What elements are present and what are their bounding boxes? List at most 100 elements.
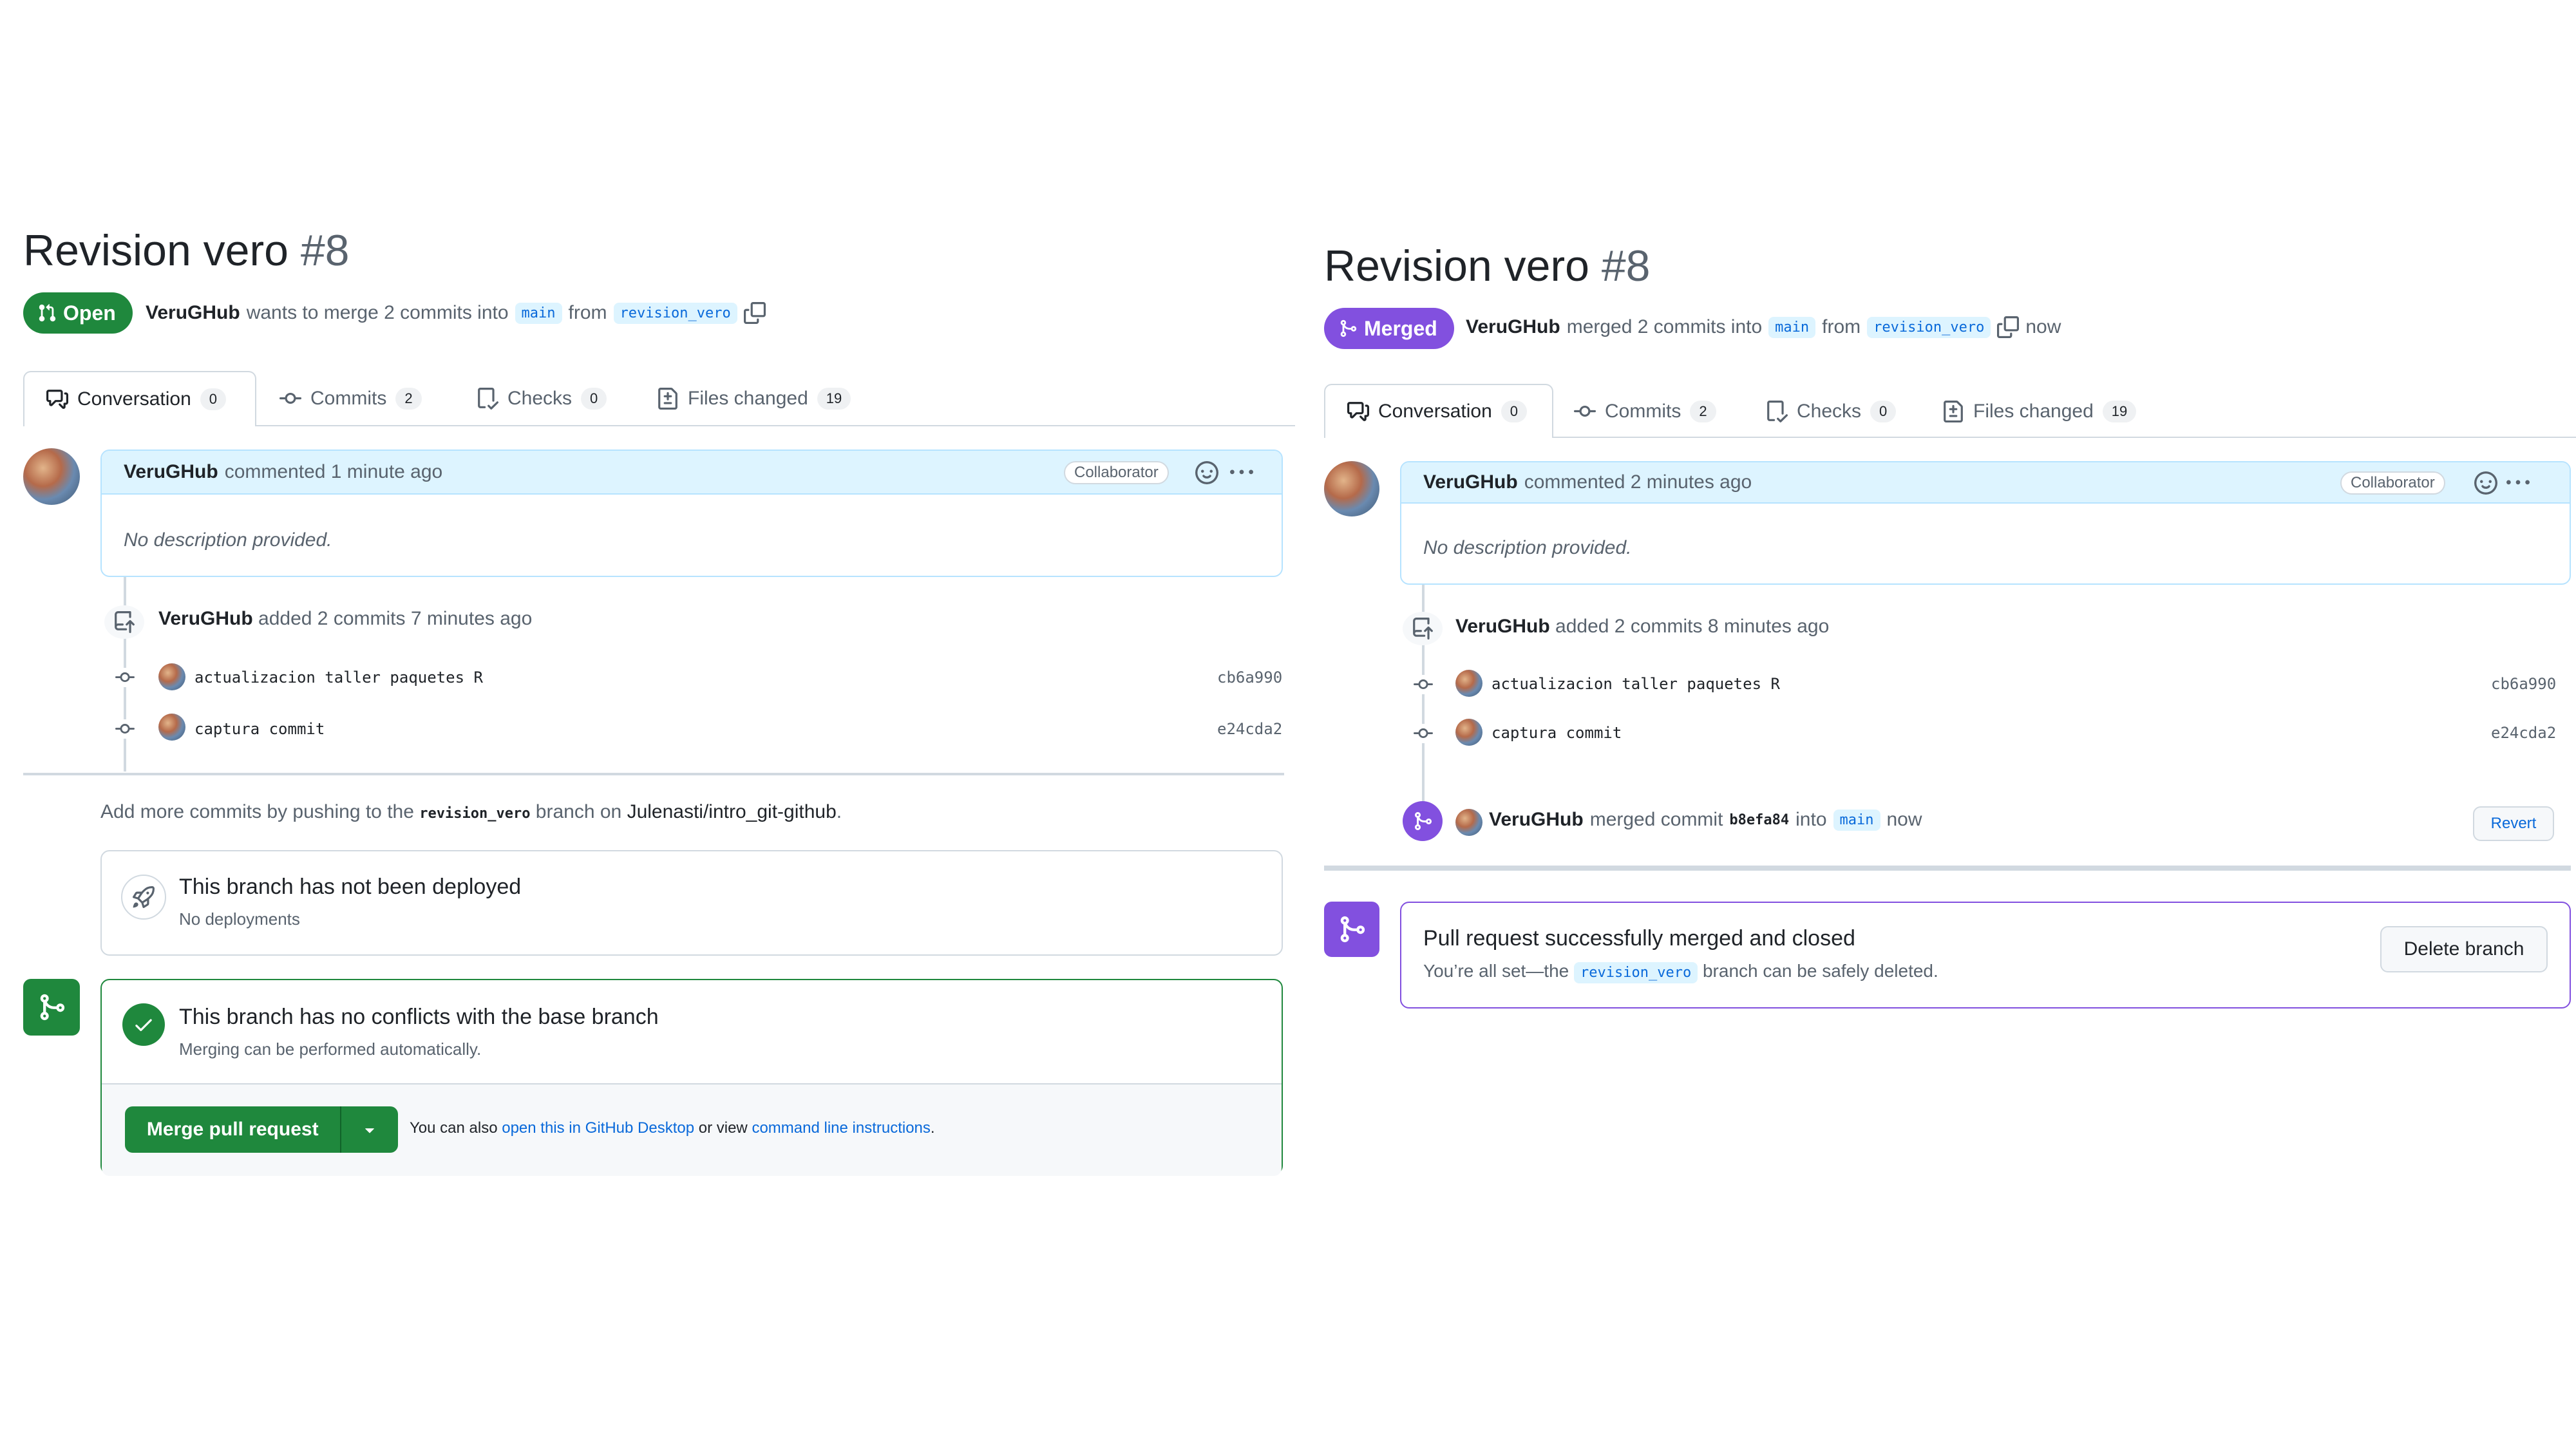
merge-alt-text: You can also open this in GitHub Desktop… [410,1119,935,1137]
meta-text: wants to merge 2 commits into [246,302,509,323]
tab-label: Files changed [688,388,808,409]
comment-body: No description provided. [1423,537,1632,558]
tab-label: Checks [507,388,573,409]
tab-commits[interactable]: Commits 2 [279,385,422,412]
delete-branch-button[interactable]: Delete branch [2380,926,2548,972]
author-link[interactable]: VeruGHub [146,302,240,324]
merged-status-tile [1324,902,1379,957]
commit-sha-link[interactable]: e24cda2 [1217,720,1282,738]
comment-author[interactable]: VeruGHub [1423,471,1518,493]
head-branch[interactable]: revision_vero [1574,962,1698,983]
tab-label: Files changed [1973,401,2094,422]
commit-avatar[interactable] [158,714,185,741]
kebab-horizontal-icon[interactable] [1230,461,1253,484]
repo-push-icon [1413,618,1433,639]
commit-avatar[interactable] [1455,719,1482,746]
meta-time[interactable]: now [2025,316,2061,338]
commit-message-link[interactable]: actualizacion taller paquetes R [194,668,483,687]
collaborator-badge: Collaborator [2340,471,2445,495]
event-text: added 2 commits 8 minutes ago [1555,616,1830,637]
tab-label: Conversation [1378,401,1492,422]
author-link[interactable]: VeruGHub [1466,316,1560,338]
commit-message-link[interactable]: captura commit [194,720,325,738]
merge-button-group: Merge pull request [125,1106,398,1153]
file-diff-icon [658,388,677,410]
event-author[interactable]: VeruGHub [1489,809,1584,831]
commit-message-link[interactable]: captura commit [1492,724,1622,742]
timeline-divider [1324,866,2571,871]
base-branch[interactable]: main [1768,316,1816,338]
merged-title: Pull request successfully merged and clo… [1423,926,1855,951]
git-commit-icon [1414,675,1433,694]
git-merge-icon [1340,319,1357,337]
comment-time[interactable]: commented 1 minute ago [225,461,443,483]
tab-files-changed[interactable]: Files changed 19 [1942,398,2137,425]
tab-checks[interactable]: Checks 0 [1766,398,1897,425]
event-into: into [1795,809,1827,830]
kebab-horizontal-icon[interactable] [2506,471,2530,495]
comment-discussion-icon [46,390,68,409]
merge-commit-sha-link[interactable]: b8efa84 [1729,812,1789,828]
tab-label: Commits [310,388,387,409]
tab-label: Conversation [77,388,191,410]
git-commit-icon [279,392,301,404]
pr-title: Revision vero #8 [1324,241,1651,291]
commit-sha-link[interactable]: cb6a990 [2491,675,2556,693]
head-branch[interactable]: revision_vero [1867,316,1991,338]
copy-icon[interactable] [743,302,766,324]
merge-method-dropdown[interactable] [341,1106,398,1153]
commit-sha-link[interactable]: cb6a990 [1217,668,1282,687]
meta-from: from [568,302,607,323]
tab-counter: 19 [817,388,851,410]
comment-time[interactable]: commented 2 minutes ago [1524,471,1752,493]
meta-from: from [1822,316,1861,337]
smiley-icon[interactable] [1195,461,1218,484]
push-hint-middle: branch on [535,801,622,822]
tab-conversation[interactable]: Conversation 0 [23,371,256,426]
avatar[interactable] [23,448,80,505]
merged-subtitle: You’re all set—the revision_vero branch … [1423,961,1938,983]
merge-event: VeruGHub merged commit b8efa84 into main… [1489,809,1922,831]
tab-commits[interactable]: Commits 2 [1574,398,1716,425]
tab-counter: 19 [2102,401,2137,422]
tab-label: Commits [1605,401,1681,422]
event-author[interactable]: VeruGHub [1455,616,1550,637]
commit-avatar[interactable] [158,663,185,690]
comment-card: VeruGHub commented 2 minutes ago Collabo… [1400,461,2571,585]
git-commit-icon [115,719,135,739]
delete-branch-label: Delete branch [2403,938,2524,960]
commit-message-link[interactable]: actualizacion taller paquetes R [1492,675,1780,693]
commits-event: VeruGHub added 2 commits 7 minutes ago [158,608,532,630]
avatar[interactable] [1324,461,1379,516]
merge-event-avatar[interactable] [1455,809,1482,836]
merge-pull-request-button[interactable]: Merge pull request [125,1106,342,1153]
tab-conversation[interactable]: Conversation 0 [1324,384,1553,438]
pr-title-text: Revision vero [23,226,289,275]
merged-event-badge [1403,801,1443,841]
event-time[interactable]: now [1887,809,1922,831]
checklist-icon [1767,401,1788,422]
deploy-subtitle: No deployments [179,909,300,929]
event-author[interactable]: VeruGHub [158,608,253,629]
repo-link[interactable]: Julenasti/intro_git-github [627,801,837,822]
triangle-down-icon [365,1128,375,1133]
base-branch[interactable]: main [1833,809,1880,831]
check-badge [122,1003,165,1046]
smiley-icon[interactable] [2474,471,2497,495]
tab-checks[interactable]: Checks 0 [477,385,607,412]
copy-icon[interactable] [1997,316,2020,338]
tab-files-changed[interactable]: Files changed 19 [657,385,851,412]
command-line-link[interactable]: command line instructions [752,1119,930,1137]
commit-avatar[interactable] [1455,670,1482,697]
tab-counter: 0 [581,388,607,410]
merge-status-tile [23,979,80,1036]
base-branch[interactable]: main [515,302,562,324]
checklist-icon [478,388,498,410]
head-branch[interactable]: revision_vero [613,302,737,324]
tab-label: Checks [1797,401,1862,422]
github-desktop-link[interactable]: open this in GitHub Desktop [502,1119,694,1137]
comment-author[interactable]: VeruGHub [124,461,218,483]
revert-button[interactable]: Revert [2473,806,2554,841]
git-commit-icon [1414,724,1433,743]
commit-sha-link[interactable]: e24cda2 [2491,724,2556,742]
